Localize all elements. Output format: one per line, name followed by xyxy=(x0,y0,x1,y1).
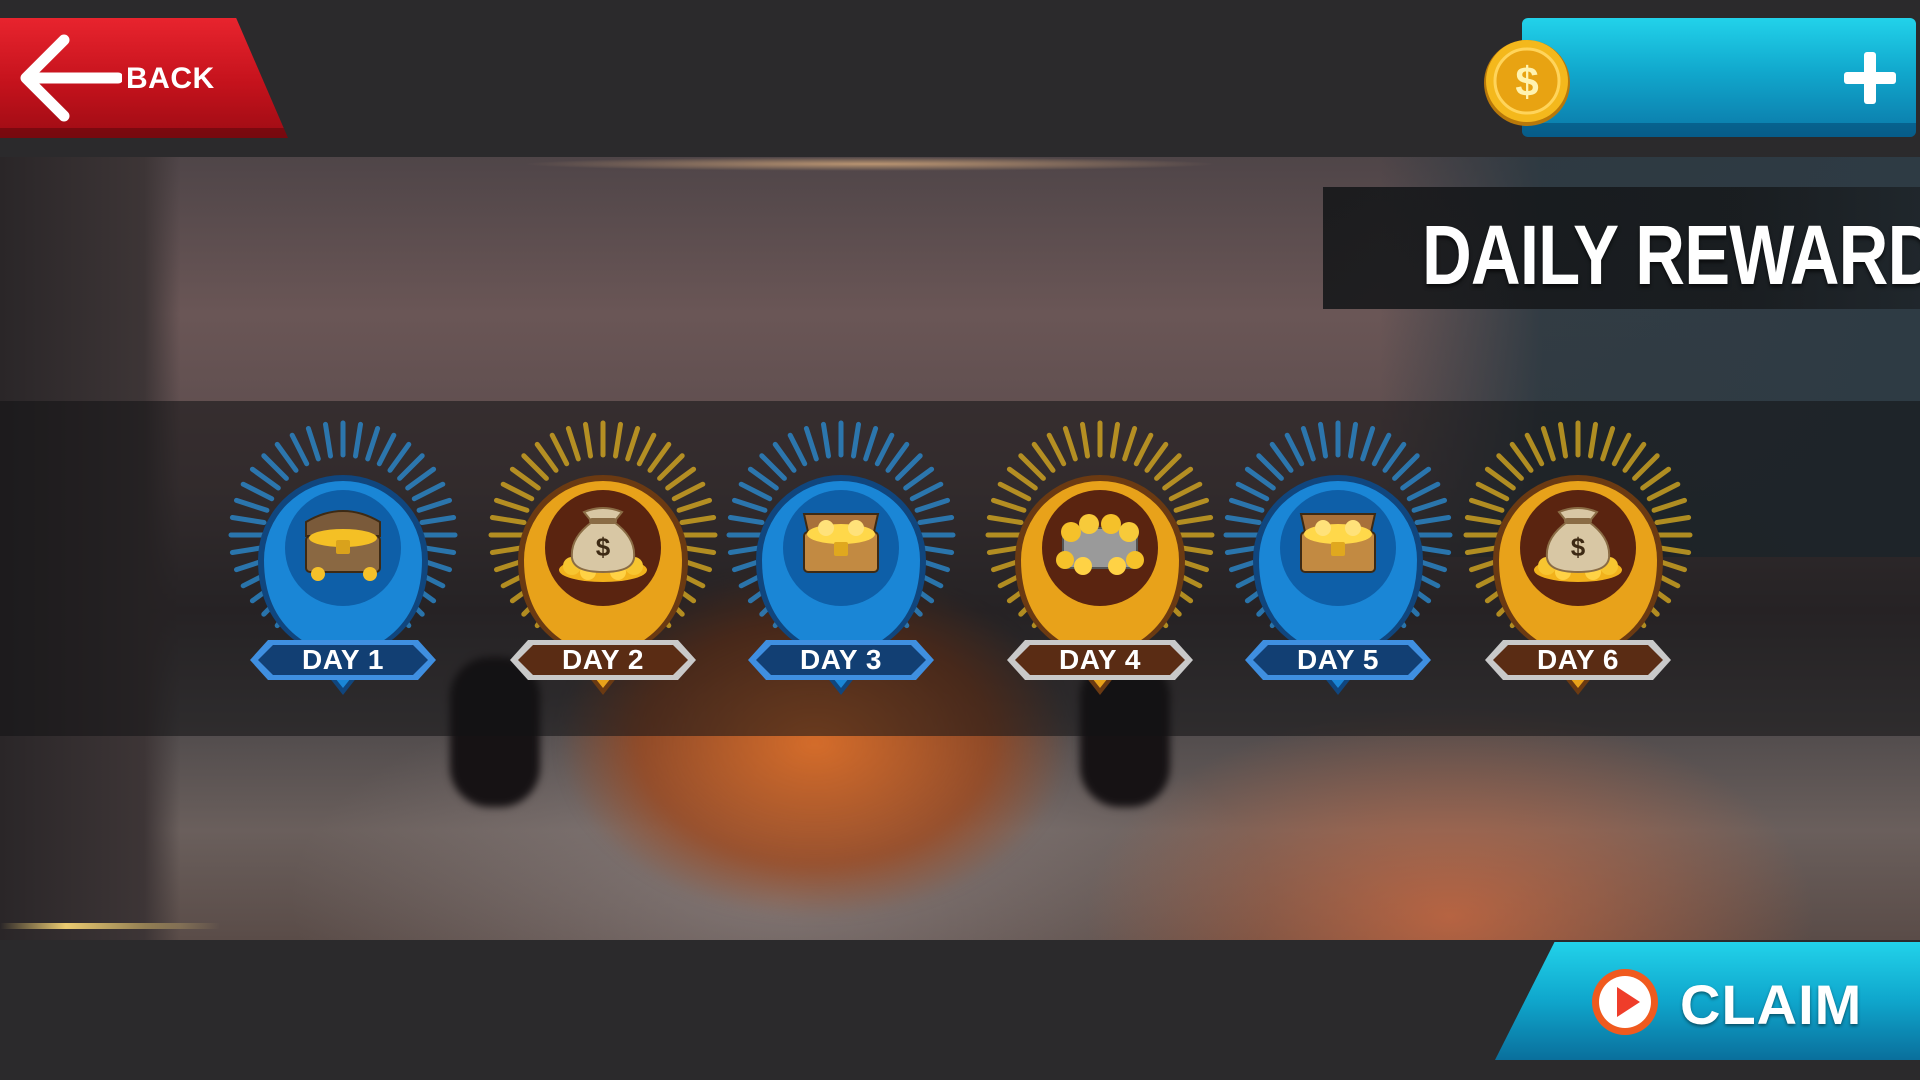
svg-text:$: $ xyxy=(1571,532,1586,562)
reward-day-label: DAY 5 xyxy=(1297,644,1379,675)
open-treasure-chest-icon xyxy=(1299,513,1377,573)
reward-day-4[interactable]: DAY 4 xyxy=(985,420,1215,710)
coin-icon: $ xyxy=(1484,40,1570,126)
claim-label[interactable]: CLAIM xyxy=(1680,972,1862,1037)
back-label: BACK xyxy=(126,62,215,95)
daily-reward-screen: DAILY REWARD BACK $ DAY 1 $ DAY 2 DAY 3 … xyxy=(0,0,1920,1080)
arrow-left-icon xyxy=(20,34,122,122)
open-treasure-chest-icon xyxy=(802,513,880,573)
plus-icon[interactable] xyxy=(1842,50,1898,106)
reward-day-label: DAY 6 xyxy=(1537,644,1619,675)
reward-day-label: DAY 2 xyxy=(562,644,644,675)
reward-day-6[interactable]: $ DAY 6 xyxy=(1463,420,1693,710)
reward-day-1[interactable]: DAY 1 xyxy=(228,420,458,710)
reward-day-2[interactable]: $ DAY 2 xyxy=(488,420,718,710)
coin-symbol: $ xyxy=(1515,58,1538,105)
treasure-chest-icon xyxy=(305,510,381,581)
reward-day-3[interactable]: DAY 3 xyxy=(726,420,956,710)
svg-text:$: $ xyxy=(596,532,611,562)
ceiling-light xyxy=(520,157,1220,171)
light-streak xyxy=(0,923,220,929)
reward-day-label: DAY 1 xyxy=(302,644,384,675)
reward-day-label: DAY 4 xyxy=(1059,644,1141,675)
play-video-icon[interactable] xyxy=(1590,967,1660,1037)
page-title: DAILY REWARD xyxy=(1422,208,1920,302)
reward-day-label: DAY 3 xyxy=(800,644,882,675)
reward-day-5[interactable]: DAY 5 xyxy=(1223,420,1453,710)
